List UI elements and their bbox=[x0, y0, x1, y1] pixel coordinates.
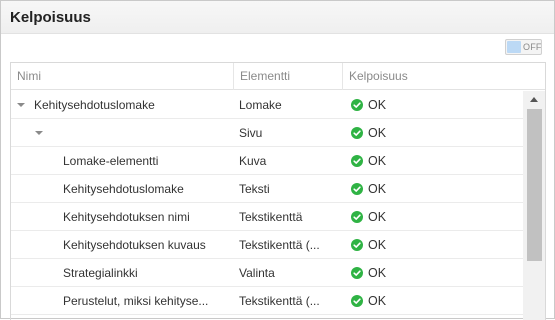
validity-grid: Nimi Elementti Kelpoisuus Kehitysehdotus… bbox=[10, 62, 546, 320]
column-header-validity[interactable]: Kelpoisuus bbox=[343, 63, 545, 90]
column-header-name[interactable]: Nimi bbox=[11, 63, 234, 90]
cell-name: Kehitysehdotuksen nimi bbox=[11, 203, 234, 231]
caret-down-icon[interactable] bbox=[17, 103, 25, 107]
cell-validity: OK bbox=[351, 147, 521, 175]
toggle-label: OFF bbox=[523, 42, 542, 52]
cell-name: Kehitysehdotuslomake bbox=[11, 175, 234, 203]
table-row[interactable]: Strategialinkki Valinta OK bbox=[11, 259, 523, 287]
cell-element: Tekstikenttä (... bbox=[239, 238, 320, 252]
grid-rows: Kehitysehdotuslomake Lomake OK Sivu OK Lomake… bbox=[11, 91, 523, 315]
cell-validity: OK bbox=[351, 259, 521, 287]
validity-panel: Kelpoisuus OFF Nimi Elementti Kelpoisuus… bbox=[0, 0, 555, 320]
status-text: OK bbox=[368, 294, 387, 308]
cell-validity: OK bbox=[351, 203, 521, 231]
check-circle-icon bbox=[351, 127, 363, 139]
cell-element: Lomake bbox=[239, 98, 282, 112]
table-row[interactable]: Kehitysehdotuslomake Teksti OK bbox=[11, 175, 523, 203]
row-name-label: Kehitysehdotuslomake bbox=[34, 98, 155, 112]
off-toggle[interactable]: OFF bbox=[505, 39, 542, 55]
status-text: OK bbox=[368, 126, 387, 140]
table-row[interactable]: Sivu OK bbox=[11, 119, 523, 147]
table-row[interactable]: Lomake-elementti Kuva OK bbox=[11, 147, 523, 175]
caret-down-icon[interactable] bbox=[35, 131, 43, 135]
row-name-label: Kehitysehdotuksen kuvaus bbox=[63, 238, 206, 252]
cell-validity: OK bbox=[351, 175, 521, 203]
check-circle-icon bbox=[351, 267, 363, 279]
status-text: OK bbox=[368, 98, 387, 112]
cell-validity: OK bbox=[351, 119, 521, 147]
status-text: OK bbox=[368, 210, 387, 224]
row-name-label: Strategialinkki bbox=[63, 266, 138, 280]
panel-header: Kelpoisuus bbox=[1, 1, 554, 34]
check-circle-icon bbox=[351, 155, 363, 167]
status-text: OK bbox=[368, 266, 387, 280]
row-name-label: Perustelut, miksi kehityse... bbox=[63, 294, 209, 308]
cell-validity: OK bbox=[351, 287, 521, 315]
status-text: OK bbox=[368, 182, 387, 196]
grid-header: Nimi Elementti Kelpoisuus bbox=[11, 63, 545, 90]
cell-name: Kehitysehdotuslomake bbox=[11, 91, 234, 119]
toggle-knob bbox=[507, 41, 521, 53]
cell-element: Tekstikenttä (... bbox=[239, 294, 320, 308]
status-text: OK bbox=[368, 238, 387, 252]
cell-name: Lomake-elementti bbox=[11, 147, 234, 175]
cell-element: Kuva bbox=[239, 154, 267, 168]
cell-name: Strategialinkki bbox=[11, 259, 234, 287]
cell-name: Perustelut, miksi kehityse... bbox=[11, 287, 234, 315]
row-name-label: Lomake-elementti bbox=[63, 154, 159, 168]
cell-element: Valinta bbox=[239, 266, 275, 280]
cell-element: Sivu bbox=[239, 126, 263, 140]
scroll-up-arrow-icon[interactable] bbox=[530, 97, 538, 102]
cell-name: Kehitysehdotuksen kuvaus bbox=[11, 231, 234, 259]
check-circle-icon bbox=[351, 99, 363, 111]
vertical-scrollbar[interactable] bbox=[523, 91, 545, 320]
cell-element: Teksti bbox=[239, 182, 270, 196]
status-text: OK bbox=[368, 154, 387, 168]
scroll-thumb[interactable] bbox=[527, 109, 542, 261]
check-circle-icon bbox=[351, 183, 363, 195]
check-circle-icon bbox=[351, 295, 363, 307]
cell-validity: OK bbox=[351, 91, 521, 119]
cell-name bbox=[11, 119, 234, 147]
cell-validity: OK bbox=[351, 231, 521, 259]
column-header-element[interactable]: Elementti bbox=[234, 63, 343, 90]
check-circle-icon bbox=[351, 239, 363, 251]
row-name-label: Kehitysehdotuslomake bbox=[63, 182, 184, 196]
table-row[interactable]: Kehitysehdotuslomake Lomake OK bbox=[11, 91, 523, 119]
table-row[interactable]: Kehitysehdotuksen kuvaus Tekstikenttä (..… bbox=[11, 231, 523, 259]
panel-title: Kelpoisuus bbox=[10, 9, 91, 26]
table-row[interactable]: Perustelut, miksi kehityse... Tekstikentt… bbox=[11, 287, 523, 315]
table-row[interactable]: Kehitysehdotuksen nimi Tekstikenttä OK bbox=[11, 203, 523, 231]
row-name-label: Kehitysehdotuksen nimi bbox=[63, 210, 190, 224]
check-circle-icon bbox=[351, 211, 363, 223]
cell-element: Tekstikenttä bbox=[239, 210, 303, 224]
